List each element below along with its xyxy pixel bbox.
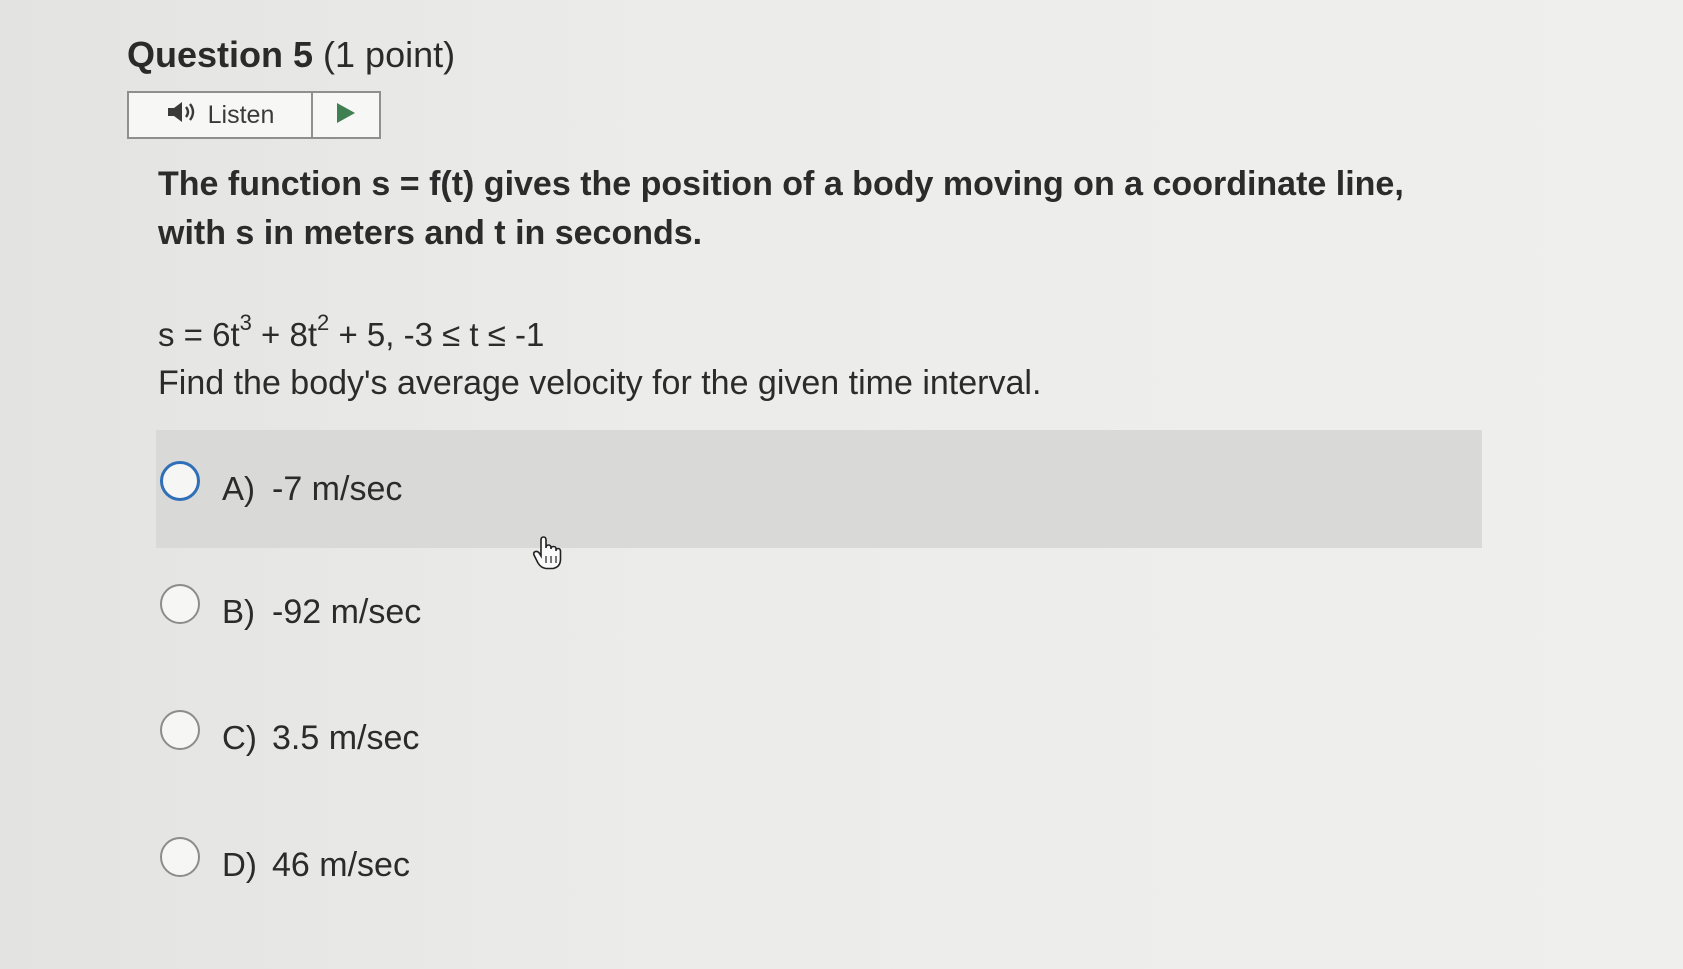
listen-label: Listen bbox=[207, 100, 275, 129]
answer-option-d[interactable]: D) 46 m/sec bbox=[156, 806, 1482, 924]
option-letter: A) bbox=[222, 470, 255, 507]
option-text: -7 m/sec bbox=[272, 469, 403, 508]
option-text: 3.5 m/sec bbox=[272, 718, 420, 757]
option-text: 46 m/sec bbox=[272, 845, 410, 884]
radio-option-c[interactable] bbox=[160, 710, 200, 750]
formula-part-2: + 8t bbox=[251, 316, 318, 353]
position-formula: s = 6t3 + 8t2 + 5, -3 ≤ t ≤ -1 bbox=[158, 312, 545, 354]
speaker-icon bbox=[166, 99, 200, 132]
option-letter: B) bbox=[222, 593, 255, 630]
radio-option-d[interactable] bbox=[160, 837, 200, 877]
formula-part-3: + 5, -3 ≤ t ≤ -1 bbox=[329, 316, 545, 353]
formula-exponent-1: 3 bbox=[239, 310, 252, 335]
listen-widget: Listen bbox=[127, 91, 381, 139]
option-letter: C) bbox=[222, 719, 257, 756]
question-points: (1 point) bbox=[323, 34, 456, 75]
play-button[interactable] bbox=[313, 93, 379, 137]
option-letter: D) bbox=[222, 846, 257, 883]
question-prompt: Find the body's average velocity for the… bbox=[158, 364, 1042, 402]
question-text: The function s = f(t) gives the position… bbox=[158, 165, 1404, 252]
option-text: -92 m/sec bbox=[272, 592, 422, 631]
listen-button[interactable]: Listen bbox=[129, 93, 313, 137]
radio-option-b[interactable] bbox=[160, 584, 200, 624]
question-number: Question 5 bbox=[127, 34, 314, 75]
answer-option-c[interactable]: C) 3.5 m/sec bbox=[156, 679, 1482, 797]
answer-option-a[interactable]: A) -7 m/sec bbox=[156, 430, 1482, 548]
question-title: Question 5 (1 point) bbox=[127, 34, 455, 76]
answer-option-b[interactable]: B) -92 m/sec bbox=[156, 553, 1482, 671]
hand-cursor-icon bbox=[532, 536, 562, 575]
formula-exponent-2: 2 bbox=[317, 310, 330, 335]
formula-part-1: s = 6t bbox=[158, 316, 240, 353]
play-icon bbox=[335, 101, 357, 130]
radio-option-a[interactable] bbox=[160, 461, 200, 501]
